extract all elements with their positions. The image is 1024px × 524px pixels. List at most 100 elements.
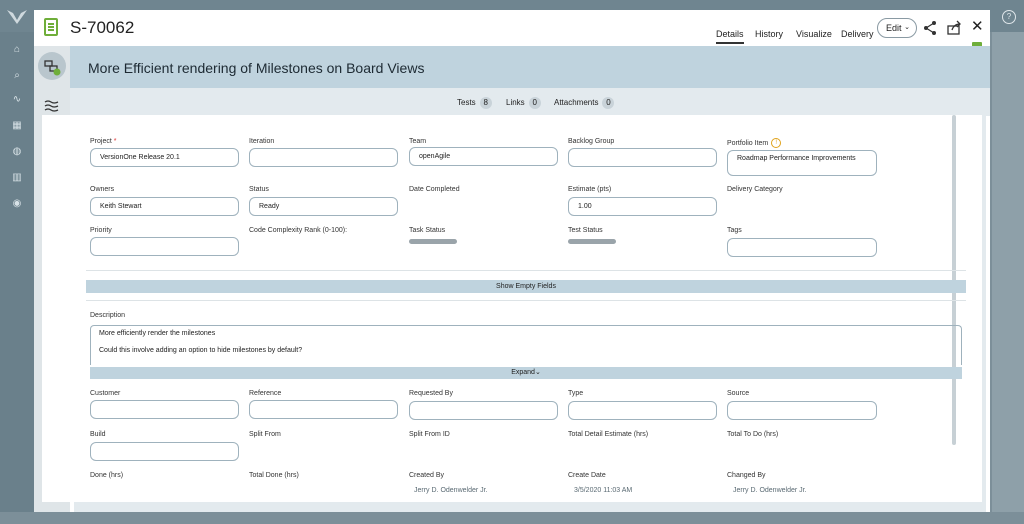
tests-label: Tests: [457, 98, 476, 107]
tags-label: Tags: [727, 227, 742, 234]
task-status-label: Task Status: [409, 227, 446, 234]
split-from-label: Split From: [249, 431, 281, 438]
estimate-label: Estimate (pts): [568, 186, 612, 193]
export-icon[interactable]: [946, 20, 962, 36]
type-label: Type: [568, 390, 584, 397]
task-status-bar: [409, 239, 457, 244]
story-title[interactable]: More Efficient rendering of Milestones o…: [88, 60, 424, 76]
status-label: Status: [249, 186, 269, 193]
chevron-down-icon: ⌄: [904, 24, 910, 31]
owners-field[interactable]: Keith Stewart: [90, 197, 239, 216]
tab-visualize[interactable]: Visualize: [796, 29, 832, 39]
show-empty-fields-button[interactable]: Show Empty Fields: [86, 280, 966, 293]
globe-icon[interactable]: ◍: [11, 146, 23, 158]
story-icon: [44, 18, 58, 36]
test-status-label: Test Status: [568, 227, 603, 234]
priority-label: Priority: [90, 227, 112, 234]
build-label: Build: [90, 431, 106, 438]
search-icon[interactable]: ⌕: [11, 70, 23, 82]
project-field[interactable]: VersionOne Release 20.1: [90, 148, 239, 167]
source-label: Source: [727, 390, 750, 397]
team-field[interactable]: openAgile: [409, 147, 558, 166]
location-icon[interactable]: ◉: [11, 198, 23, 210]
requested-by-label: Requested By: [409, 390, 453, 397]
chevron-down-icon: ⌄: [534, 369, 541, 376]
iteration-label: Iteration: [249, 138, 275, 145]
divider: [86, 300, 966, 301]
expand-label: Expand: [511, 369, 535, 376]
delivery-category-label: Delivery Category: [727, 186, 783, 193]
edit-button[interactable]: Edit ⌄: [877, 18, 917, 38]
story-number: S-70062: [70, 18, 135, 37]
owners-label: Owners: [90, 186, 115, 193]
status-field[interactable]: Ready: [249, 197, 398, 216]
activity-icon[interactable]: ∿: [11, 94, 23, 106]
tags-field[interactable]: [727, 238, 877, 257]
created-by-label: Created By: [409, 472, 445, 479]
customer-label: Customer: [90, 390, 121, 397]
info-icon: !: [771, 138, 782, 148]
description-line: More efficiently render the milestones: [99, 330, 216, 337]
backlog-group-field[interactable]: [568, 148, 717, 167]
portfolio-item-field[interactable]: Roadmap Performance Improvements: [727, 150, 877, 176]
project-label: Project *: [90, 138, 117, 145]
tab-details[interactable]: Details: [716, 29, 744, 44]
create-date-label: Create Date: [568, 472, 606, 479]
requested-by-field[interactable]: [409, 401, 558, 420]
links-count[interactable]: Links 0: [506, 97, 541, 109]
counts-bar: Tests 8 Links 0 Attachments 0: [70, 88, 990, 116]
tests-count[interactable]: Tests 8: [457, 97, 492, 109]
total-to-do-label: Total To Do (hrs): [727, 431, 779, 438]
modal-header: S-70062 Details History Visualize Delive…: [34, 10, 990, 46]
done-label: Done (hrs): [90, 472, 124, 479]
description-label: Description: [90, 312, 126, 319]
source-field[interactable]: [727, 401, 877, 420]
total-detail-estimate-label: Total Detail Estimate (hrs): [568, 431, 649, 438]
split-from-id-label: Split From ID: [409, 431, 450, 438]
description-line: Could this involve adding an option to h…: [99, 347, 303, 354]
priority-field[interactable]: [90, 237, 239, 256]
tests-badge: 8: [479, 97, 492, 109]
estimate-field[interactable]: 1.00: [568, 197, 717, 216]
customer-field[interactable]: [90, 400, 239, 419]
links-label: Links: [506, 98, 525, 107]
attachments-badge: 0: [602, 97, 615, 109]
home-icon[interactable]: ⌂: [11, 44, 23, 56]
created-by-value[interactable]: Jerry D. Odenwelder Jr.: [414, 487, 488, 494]
background-right-area: [992, 32, 1024, 524]
background-nav: ⌂ ⌕ ∿ ▦ ◍ ▥ ◉: [0, 32, 34, 524]
edit-label: Edit: [886, 23, 902, 33]
divider: [86, 270, 966, 271]
close-icon[interactable]: ✕: [971, 19, 984, 35]
links-badge: 0: [528, 97, 541, 109]
waves-icon[interactable]: [42, 96, 62, 116]
build-field[interactable]: [90, 442, 239, 461]
iteration-field[interactable]: [249, 148, 398, 167]
background-bottom: [0, 512, 1024, 524]
portfolio-item-label: Portfolio Item!: [727, 138, 782, 148]
test-status-bar: [568, 239, 616, 244]
attachments-count[interactable]: Attachments 0: [554, 97, 615, 109]
reference-field[interactable]: [249, 400, 398, 419]
reports-icon[interactable]: ▥: [11, 172, 23, 184]
help-icon[interactable]: ?: [1002, 10, 1016, 24]
expand-button[interactable]: Expand⌄: [90, 367, 962, 379]
create-date-value: 3/5/2020 11:03 AM: [574, 487, 633, 494]
app-logo-icon: [7, 10, 27, 24]
changed-by-label: Changed By: [727, 472, 766, 479]
share-icon[interactable]: [922, 20, 938, 36]
grid-icon[interactable]: ▦: [11, 120, 23, 132]
complexity-label: Code Complexity Rank (0-100):: [249, 227, 348, 234]
description-field[interactable]: More efficiently render the milestones C…: [90, 325, 962, 365]
attachments-label: Attachments: [554, 98, 599, 107]
tab-history[interactable]: History: [755, 29, 783, 39]
backlog-group-label: Backlog Group: [568, 138, 615, 145]
type-field[interactable]: [568, 401, 717, 420]
story-title-bar: More Efficient rendering of Milestones o…: [70, 46, 990, 88]
changed-by-value[interactable]: Jerry D. Odenwelder Jr.: [733, 487, 807, 494]
date-completed-label: Date Completed: [409, 186, 460, 193]
board-icon[interactable]: [42, 57, 62, 77]
tab-delivery[interactable]: Delivery: [841, 29, 874, 39]
team-label: Team: [409, 138, 427, 145]
total-done-label: Total Done (hrs): [249, 472, 299, 479]
